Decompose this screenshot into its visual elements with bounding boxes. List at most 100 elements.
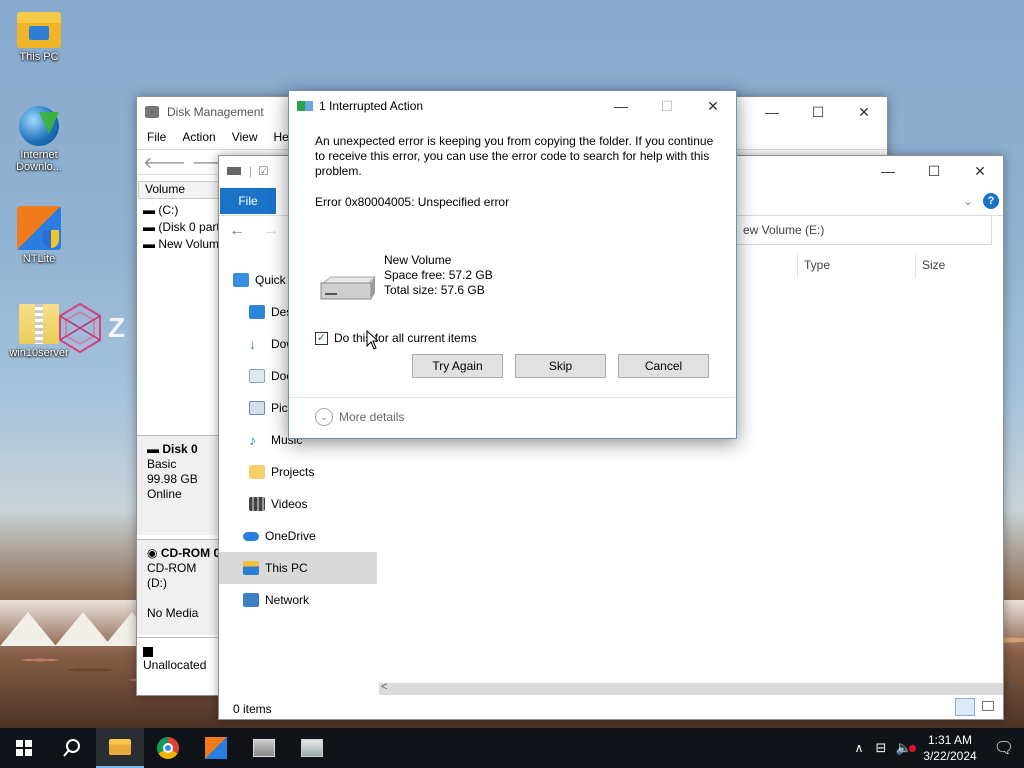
volume-muted-icon[interactable]: 🔈: [892, 740, 916, 756]
ntlite-icon: [205, 737, 227, 759]
disk-size: 99.98 GB: [147, 472, 198, 486]
search-icon: [63, 739, 80, 757]
forward-arrow-icon[interactable]: →: [263, 222, 279, 240]
nav-label: Videos: [271, 497, 308, 511]
installer-box-icon: [253, 739, 275, 757]
taskbar-ntlite[interactable]: [192, 728, 240, 768]
star-icon: [233, 273, 249, 287]
desktop-icon-label: This PC: [19, 51, 59, 63]
film-icon: [249, 497, 265, 511]
taskbar-file-explorer[interactable]: [96, 728, 144, 768]
menu-view[interactable]: View: [232, 130, 258, 146]
desktop-icon-this-pc[interactable]: This PC: [4, 12, 74, 63]
unallocated-swatch: [143, 646, 153, 657]
wallpaper-tent: [0, 612, 56, 646]
menu-help[interactable]: He: [274, 130, 289, 146]
drive-info: New Volume Space free: 57.2 GB Total siz…: [384, 253, 493, 298]
error-message: An unexpected error is keeping you from …: [315, 134, 714, 178]
computer-icon: [243, 561, 259, 575]
close-button[interactable]: ✕: [841, 97, 887, 127]
error-code: Error 0x80004005: Unspecified error: [315, 195, 510, 209]
cancel-button[interactable]: Cancel: [618, 354, 709, 378]
cdrom-0-card[interactable]: ◉ CD-ROM 0 CD-ROM (D:) No Media: [137, 539, 221, 635]
close-button[interactable]: ✕: [690, 91, 736, 121]
menu-action[interactable]: Action: [182, 130, 215, 146]
download-arrow-icon: ↓: [249, 336, 256, 352]
clock[interactable]: 1:31 AM 3/22/2024: [916, 732, 984, 764]
nav-item-network[interactable]: Network: [219, 584, 377, 616]
try-again-button[interactable]: Try Again: [412, 354, 503, 378]
desktop-icon-label: Internet Downlo...: [16, 149, 62, 173]
copy-icon: [297, 101, 313, 111]
zip-app-logo-letter: Z: [108, 312, 126, 343]
minimize-button[interactable]: —: [865, 156, 911, 186]
desktop-icon-ntlite[interactable]: NTLite: [4, 206, 74, 265]
horizontal-scrollbar[interactable]: < >: [379, 681, 1015, 695]
column-header-size[interactable]: Size: [915, 254, 995, 278]
more-details-label: More details: [339, 410, 405, 424]
system-tray: ∧ ⊟ 🔈 1:31 AM 3/22/2024 🗨: [848, 728, 1024, 768]
disk-management-icon: [301, 739, 323, 757]
back-arrow-icon[interactable]: 🡐: [143, 152, 186, 173]
column-header-type[interactable]: Type: [797, 254, 915, 278]
maximize-button[interactable]: ☐: [911, 156, 957, 186]
chevron-down-icon[interactable]: ⌄: [963, 194, 973, 208]
search-button[interactable]: [48, 728, 96, 768]
chrome-icon: [157, 737, 179, 759]
volume-column-header[interactable]: Volume: [138, 181, 220, 199]
taskbar-disk-management[interactable]: [288, 728, 336, 768]
help-icon[interactable]: ?: [983, 192, 999, 209]
nav-label: Network: [265, 593, 310, 607]
cd-icon: ◉: [147, 546, 161, 560]
disk-0-card[interactable]: ▬ Disk 0 Basic 99.98 GB Online: [137, 435, 219, 535]
scroll-right-arrow-icon[interactable]: >: [1009, 681, 1015, 693]
back-arrow-icon[interactable]: ←: [229, 222, 245, 240]
volume-row[interactable]: ▬ New Volum: [143, 237, 219, 251]
status-item-count: 0 items: [233, 702, 272, 716]
folder-icon: [109, 739, 131, 755]
nav-item-this-pc[interactable]: This PC: [219, 552, 377, 584]
taskbar-chrome[interactable]: [144, 728, 192, 768]
chevron-up-icon[interactable]: ∧: [848, 741, 870, 755]
notifications-icon[interactable]: 🗨: [984, 738, 1024, 758]
maximize-button: ☐: [660, 97, 674, 114]
properties-icon[interactable]: ☑: [258, 164, 269, 178]
large-icons-view-button[interactable]: [979, 698, 997, 716]
skip-button[interactable]: Skip: [515, 354, 606, 378]
clock-time: 1:31 AM: [927, 733, 973, 747]
nav-item-videos[interactable]: Videos: [219, 488, 377, 520]
address-bar[interactable]: ew Volume (E:): [734, 215, 992, 245]
disk-status: Online: [147, 487, 182, 501]
menu-file[interactable]: File: [147, 130, 166, 146]
disk-legend: Unallocated: [137, 637, 219, 678]
network-icon: [243, 593, 259, 607]
nav-item-onedrive[interactable]: OneDrive: [219, 520, 377, 552]
volume-row[interactable]: ▬ (C:): [143, 203, 178, 217]
disk-status: No Media: [147, 606, 199, 620]
volume-row[interactable]: ▬ (Disk 0 parti: [143, 220, 222, 234]
minimize-button[interactable]: —: [749, 97, 795, 127]
maximize-button[interactable]: ☐: [795, 97, 841, 127]
start-button[interactable]: [0, 728, 48, 768]
nav-label: Projects: [271, 465, 315, 479]
scroll-left-arrow-icon[interactable]: <: [381, 681, 387, 693]
disk-name: ▬ Disk 0: [147, 442, 209, 457]
taskbar-installer[interactable]: [240, 728, 288, 768]
close-button[interactable]: ✕: [957, 156, 1003, 186]
details-view-button[interactable]: [955, 698, 975, 716]
disk-name-label: CD-ROM 0: [160, 546, 221, 560]
network-icon[interactable]: ⊟: [870, 740, 892, 756]
taskbar: ∧ ⊟ 🔈 1:31 AM 3/22/2024 🗨: [0, 728, 1024, 768]
nav-label: This PC: [265, 561, 308, 575]
more-details-toggle[interactable]: ⌄ More details: [315, 408, 404, 426]
nav-item-projects[interactable]: Projects: [219, 456, 377, 488]
file-tab[interactable]: File: [220, 187, 276, 214]
disk-icon: ▬: [147, 442, 163, 456]
apply-to-all-checkbox[interactable]: ✓ Do this for all current items: [315, 331, 477, 345]
minimize-button[interactable]: —: [598, 91, 644, 121]
wallpaper-tent: [55, 612, 111, 646]
checkbox-label: Do this for all current items: [334, 331, 477, 345]
desktop-icon-internet-download-manager[interactable]: Internet Downlo...: [4, 106, 74, 173]
disk-type: CD-ROM (D:): [147, 561, 197, 590]
checkmark-icon[interactable]: ✓: [315, 331, 328, 345]
